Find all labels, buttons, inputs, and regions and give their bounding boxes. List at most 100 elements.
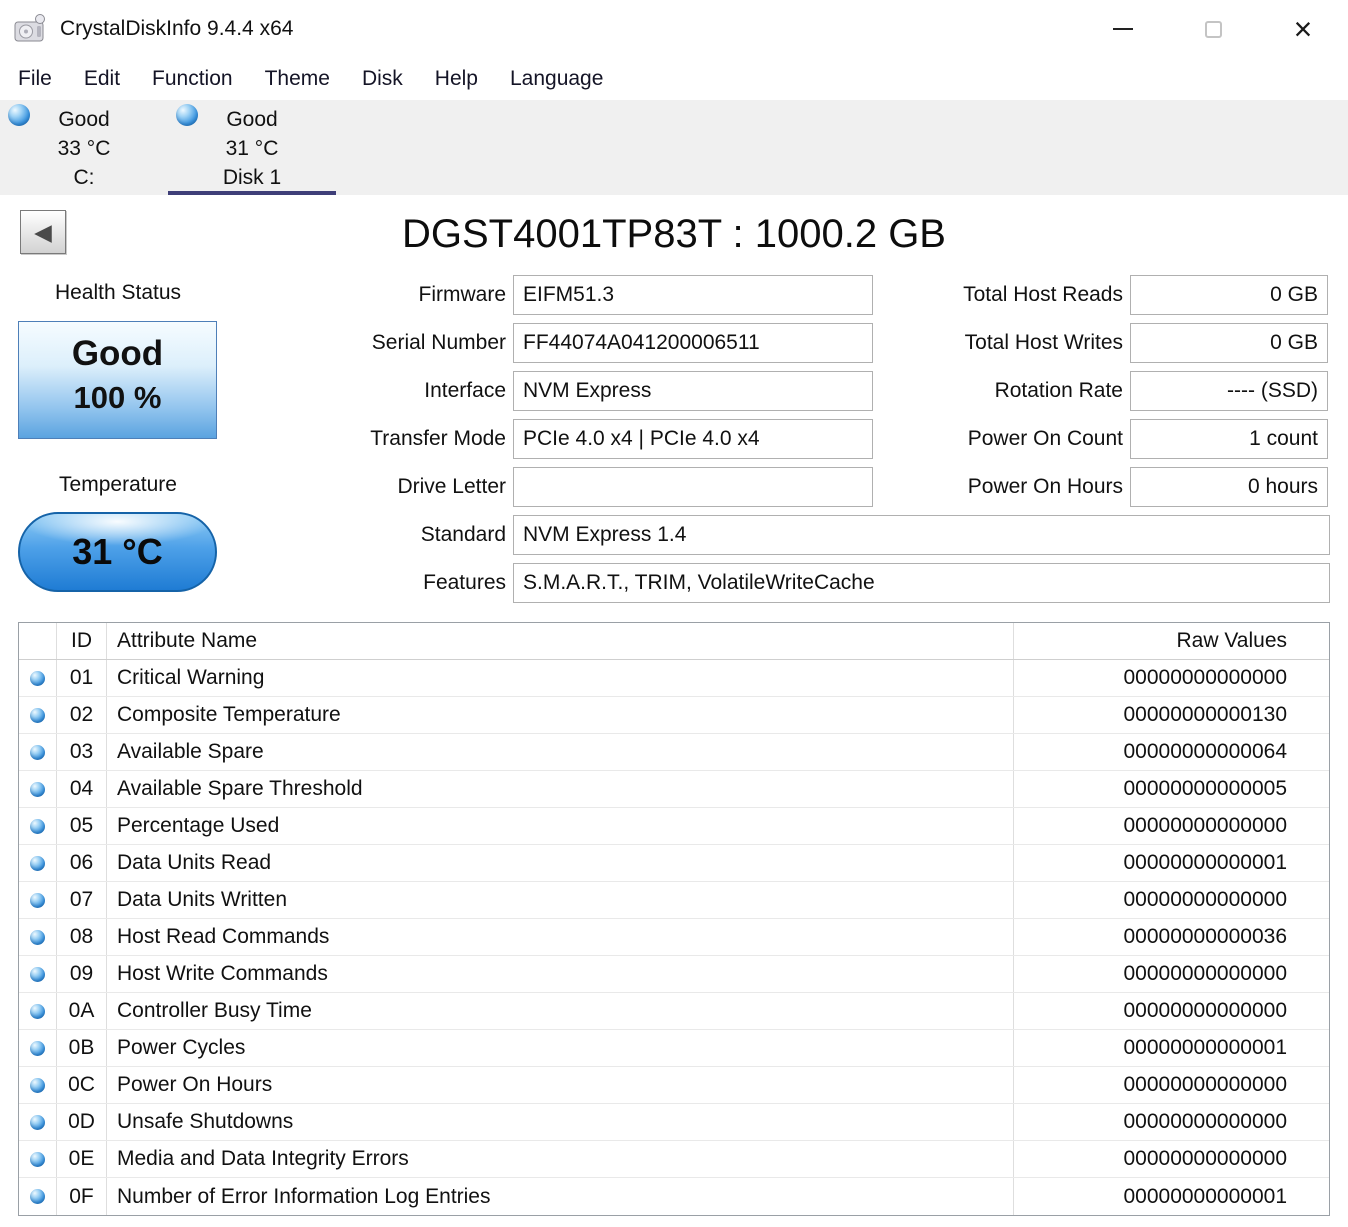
smart-attribute-row[interactable]: 07 Data Units Written 00000000000000	[19, 882, 1329, 919]
attribute-id: 07	[57, 882, 107, 918]
attribute-name: Number of Error Information Log Entries	[107, 1178, 1014, 1215]
menu-edit[interactable]: Edit	[68, 61, 136, 97]
back-button[interactable]: ◀	[20, 210, 66, 254]
disk-temperature: 33 °C	[57, 137, 111, 160]
smart-attribute-row[interactable]: 0A Controller Busy Time 00000000000000	[19, 993, 1329, 1030]
attribute-raw-value: 00000000000001	[1123, 1036, 1287, 1059]
menu-help[interactable]: Help	[419, 61, 494, 97]
attribute-id: 0A	[57, 993, 107, 1029]
good-status-icon	[30, 818, 45, 834]
smart-attribute-row[interactable]: 0C Power On Hours 00000000000000	[19, 1067, 1329, 1104]
attribute-id: 0C	[57, 1067, 107, 1103]
attribute-raw-value: 00000000000000	[1123, 1073, 1287, 1096]
health-percentage: 100 %	[73, 380, 162, 415]
field-label: Features	[423, 571, 506, 594]
close-button[interactable]: ×	[1258, 0, 1348, 58]
attribute-id: 0B	[57, 1030, 107, 1066]
attribute-raw-value: 00000000000000	[1123, 888, 1287, 911]
minimize-icon	[1113, 28, 1133, 30]
smart-attribute-row[interactable]: 0F Number of Error Information Log Entrie…	[19, 1178, 1329, 1215]
health-status-value: Good	[71, 334, 164, 373]
good-status-icon	[30, 1077, 45, 1093]
back-arrow-icon: ◀	[34, 218, 52, 245]
attribute-id: 0D	[57, 1104, 107, 1140]
temperature-indicator: 31 °C	[18, 512, 217, 592]
attribute-raw-value: 00000000000064	[1123, 740, 1287, 763]
menu-function[interactable]: Function	[136, 61, 249, 97]
field-label: Power On Hours	[967, 475, 1123, 498]
attribute-id: 03	[57, 734, 107, 770]
health-status-label: Health Status	[54, 281, 182, 304]
smart-attribute-row[interactable]: 04 Available Spare Threshold 0000000000000…	[19, 771, 1329, 808]
smart-attribute-row[interactable]: 0B Power Cycles 00000000000001	[19, 1030, 1329, 1067]
status-dot-cell	[19, 808, 57, 844]
smart-attribute-row[interactable]: 02 Composite Temperature 00000000000130	[19, 697, 1329, 734]
status-dot-cell	[19, 660, 57, 696]
menu-theme[interactable]: Theme	[249, 61, 346, 97]
field-value-box: S.M.A.R.T., TRIM, VolatileWriteCache	[513, 563, 1330, 603]
info-fields-right: Total Host Reads 0 GB Total Host Writes 0 G…	[900, 275, 1328, 515]
good-status-icon	[30, 1114, 45, 1130]
smart-attribute-row[interactable]: 0D Unsafe Shutdowns 00000000000000	[19, 1104, 1329, 1141]
good-status-icon	[30, 966, 45, 982]
raw-values-column-header: Raw Values	[1176, 629, 1288, 652]
field-value-box: NVM Express 1.4	[513, 515, 1330, 555]
field-label: Power On Count	[967, 427, 1123, 450]
menu-language[interactable]: Language	[494, 61, 619, 97]
smart-table-body: 01 Critical Warning 00000000000000 02 Compos…	[19, 660, 1329, 1215]
smart-attribute-row[interactable]: 0E Media and Data Integrity Errors 0000000…	[19, 1141, 1329, 1178]
health-status-indicator: Good 100 %	[18, 321, 217, 439]
drive-title: DGST4001TP83T : 1000.2 GB	[401, 212, 946, 256]
disk-tab-c[interactable]: Good 33 °C C:	[0, 100, 168, 195]
attribute-raw-value: 00000000000000	[1123, 1110, 1287, 1133]
smart-attribute-row[interactable]: 05 Percentage Used 00000000000000	[19, 808, 1329, 845]
good-status-icon	[30, 670, 45, 686]
field-label: Transfer Mode	[370, 427, 506, 450]
good-status-icon	[30, 707, 45, 723]
menu-file[interactable]: File	[2, 61, 68, 97]
field-value-box: FF44074A041200006511	[513, 323, 873, 363]
attribute-name: Composite Temperature	[107, 697, 1014, 733]
good-status-icon	[30, 744, 45, 760]
field-label: Total Host Reads	[963, 283, 1123, 306]
field-label: Interface	[424, 379, 506, 402]
field-label: Standard	[420, 523, 506, 546]
good-status-icon	[30, 892, 45, 908]
good-status-icon	[176, 104, 198, 126]
attribute-name: Power Cycles	[107, 1030, 1014, 1066]
smart-attribute-row[interactable]: 08 Host Read Commands 00000000000036	[19, 919, 1329, 956]
disk-tab-disk1[interactable]: Good 31 °C Disk 1	[168, 100, 336, 195]
temperature-value: 31 °C	[72, 531, 163, 572]
field-value-box: 1 count	[1130, 419, 1328, 459]
status-dot-cell	[19, 882, 57, 918]
attribute-name: Host Write Commands	[107, 956, 1014, 992]
smart-attribute-row[interactable]: 01 Critical Warning 00000000000000	[19, 660, 1329, 697]
attribute-name: Controller Busy Time	[107, 993, 1014, 1029]
id-column-header: ID	[57, 623, 107, 659]
smart-attribute-row[interactable]: 09 Host Write Commands 00000000000000	[19, 956, 1329, 993]
attribute-id: 09	[57, 956, 107, 992]
status-dot-cell	[19, 1178, 57, 1215]
smart-attribute-table: ID Attribute Name Raw Values 01 Critical …	[18, 622, 1330, 1216]
status-dot-cell	[19, 771, 57, 807]
attribute-id: 05	[57, 808, 107, 844]
minimize-button[interactable]	[1078, 0, 1168, 58]
window-title: CrystalDiskInfo 9.4.4 x64	[60, 17, 294, 40]
window-controls: ×	[1078, 0, 1348, 58]
smart-attribute-row[interactable]: 03 Available Spare 00000000000064	[19, 734, 1329, 771]
maximize-icon	[1204, 20, 1222, 38]
attribute-raw-value: 00000000000000	[1123, 1147, 1287, 1170]
attribute-name-column-header: Attribute Name	[107, 623, 1014, 659]
attribute-name: Data Units Written	[107, 882, 1014, 918]
attribute-id: 08	[57, 919, 107, 955]
attribute-raw-value: 00000000000001	[1123, 1184, 1287, 1208]
titlebar[interactable]: CrystalDiskInfo 9.4.4 x64 ×	[0, 0, 1348, 58]
attribute-id: 06	[57, 845, 107, 881]
menu-disk[interactable]: Disk	[346, 61, 419, 97]
info-field-row: Standard NVM Express 1.4	[330, 515, 1330, 555]
smart-attribute-row[interactable]: 06 Data Units Read 00000000000001	[19, 845, 1329, 882]
maximize-button[interactable]	[1168, 0, 1258, 58]
smart-table-header: ID Attribute Name Raw Values	[19, 623, 1329, 660]
good-status-icon	[30, 1040, 45, 1056]
attribute-raw-value: 00000000000001	[1123, 851, 1287, 874]
